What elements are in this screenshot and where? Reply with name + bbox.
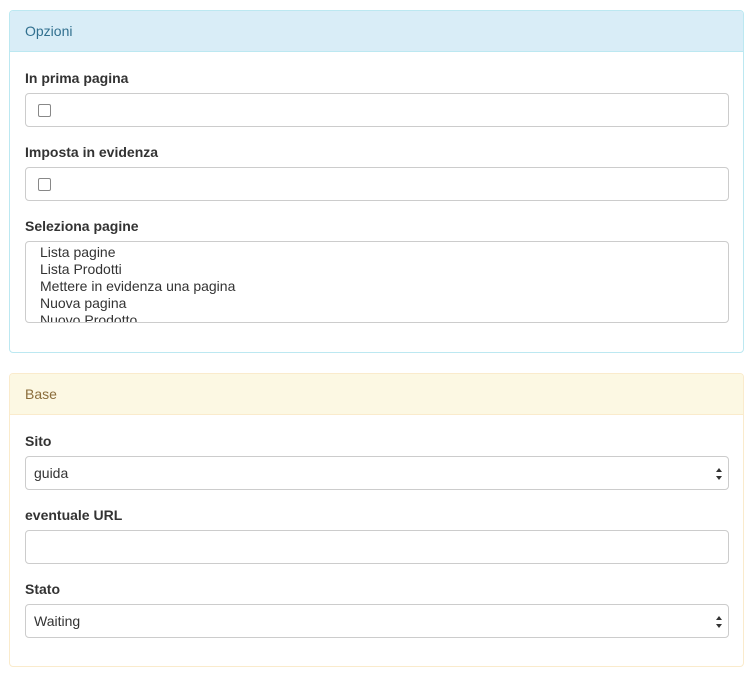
base-panel-title: Base — [25, 386, 57, 402]
pages-option[interactable]: Nuovo Prodotto — [40, 312, 728, 322]
url-input[interactable] — [25, 530, 729, 564]
select-arrows-icon — [716, 616, 722, 628]
pages-option[interactable]: Lista pagine — [40, 244, 728, 261]
pages-option[interactable]: Mettere in evidenza una pagina — [40, 278, 728, 295]
front-page-checkbox[interactable] — [38, 104, 51, 117]
url-label: eventuale URL — [25, 507, 123, 523]
site-select-value: guida — [34, 465, 69, 481]
featured-checkbox[interactable] — [38, 178, 51, 191]
front-page-field — [25, 93, 729, 127]
options-panel: Opzioni In prima pagina Imposta in evide… — [9, 10, 744, 353]
pages-option[interactable]: Nuova pagina — [40, 295, 728, 312]
featured-label: Imposta in evidenza — [25, 144, 159, 160]
status-label: Stato — [25, 581, 60, 597]
status-select-value: Waiting — [34, 613, 81, 629]
base-panel: Base Sito guida eventuale URL Stato Wait… — [9, 373, 744, 667]
status-select[interactable]: Waiting — [25, 604, 729, 638]
select-arrows-icon — [716, 468, 722, 480]
site-select[interactable]: guida — [25, 456, 729, 490]
pages-option[interactable]: Lista Prodotti — [40, 261, 728, 278]
options-panel-title: Opzioni — [25, 23, 73, 39]
featured-field — [25, 167, 729, 201]
pages-label: Seleziona pagine — [25, 218, 139, 234]
options-panel-heading: Opzioni — [10, 11, 743, 52]
front-page-label: In prima pagina — [25, 70, 129, 86]
base-panel-heading: Base — [10, 374, 743, 415]
site-label: Sito — [25, 433, 52, 449]
pages-multiselect[interactable]: Lista pagine Lista Prodotti Mettere in e… — [25, 241, 729, 323]
